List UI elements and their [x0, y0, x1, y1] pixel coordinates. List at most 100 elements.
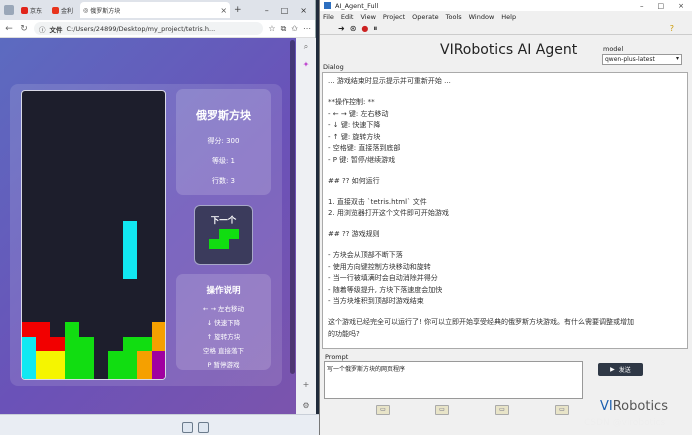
prompt-input[interactable]: 写一个俄罗斯方块的网页程序: [324, 361, 583, 399]
browser-window: 京东 金利 ◎ 俄罗斯方块 × + – □ × ← ↻ ⓘ 文件 C:/User…: [0, 0, 316, 414]
dialog-line: - P 键: 暂停/继续游戏: [328, 155, 396, 164]
prompt-label: Prompt: [325, 353, 349, 361]
dialog-line: [328, 220, 682, 230]
menu-tools[interactable]: Tools: [446, 13, 462, 21]
split-screen-icon[interactable]: ⧉: [281, 24, 287, 34]
copilot-icon[interactable]: ✦: [303, 60, 310, 69]
tab-label: 金利: [61, 7, 74, 15]
menu-edit[interactable]: Edit: [341, 13, 354, 21]
new-tab-icon[interactable]: +: [234, 5, 242, 15]
address-row: ← ↻ ⓘ 文件 C:/Users/24899/Desktop/my_proje…: [0, 20, 315, 38]
run-arrow-icon[interactable]: ➜: [338, 24, 345, 33]
board-cell-red: [50, 336, 65, 351]
settings-gear-icon[interactable]: ⚙: [302, 401, 309, 410]
taskbar-app-icon[interactable]: [198, 422, 209, 433]
next-piece-cell: [228, 229, 239, 239]
collections-icon[interactable]: ✩: [291, 24, 298, 33]
dialog-line: - ↑ 键: 旋转方块: [328, 132, 381, 141]
tab-jinli[interactable]: 金利: [49, 2, 76, 18]
board-cell-yellow: [35, 365, 50, 379]
dialog-line: [328, 241, 682, 251]
minimize-icon[interactable]: –: [265, 6, 269, 15]
board-cell-green: [79, 365, 94, 379]
browser-menu-icon[interactable]: [4, 5, 14, 15]
dialog-line: ## ?? 游戏规则: [328, 230, 380, 238]
virobotics-logo: VIRobotics: [600, 399, 668, 414]
globe-icon: ◎: [83, 6, 89, 14]
app-title-bar: AI_Agent_Full – □ ×: [320, 0, 692, 11]
more-menu-icon[interactable]: ⋯: [303, 24, 311, 33]
board-cell-cyan: [22, 351, 36, 366]
help-line: ← → 左右移动: [202, 305, 245, 313]
board-cell-red: [22, 322, 36, 337]
menu-operate[interactable]: Operate: [412, 13, 438, 21]
page-scrollbar[interactable]: [290, 40, 295, 374]
play-icon: ▶: [610, 366, 615, 373]
app-minimize-icon[interactable]: –: [640, 2, 644, 10]
help-line: ↓ 快速下降: [206, 319, 241, 327]
board-cell-green: [108, 351, 123, 366]
add-sidebar-icon[interactable]: +: [303, 380, 310, 389]
board-cell-red: [35, 322, 50, 337]
model-label: model: [603, 45, 624, 53]
run-continuous-icon[interactable]: ⊛: [350, 24, 357, 33]
board-cell-yellow: [35, 351, 50, 366]
board-cell-cyan: [22, 365, 36, 379]
game-title: 俄罗斯方块: [196, 109, 251, 122]
tab-close-icon[interactable]: ×: [220, 6, 227, 15]
game-board: [21, 90, 166, 380]
tab-label: 俄罗斯方块: [90, 7, 121, 15]
board-cell-green: [122, 365, 137, 379]
board-cell-green: [64, 351, 79, 366]
favorite-star-icon[interactable]: ☆: [268, 24, 275, 33]
score-label: 得分: 300: [207, 137, 240, 145]
help-icon[interactable]: ?: [670, 24, 674, 33]
back-icon[interactable]: ←: [4, 24, 14, 34]
send-button[interactable]: ▶ 发送: [598, 363, 643, 376]
next-piece-preview: [206, 229, 242, 253]
close-window-icon[interactable]: ×: [300, 6, 307, 15]
menu-view[interactable]: View: [360, 13, 375, 21]
run-toolbar: ➜ ⊛ ● ⏸ ?: [320, 23, 692, 35]
next-piece-panel: 下一个: [194, 205, 253, 265]
menu-project[interactable]: Project: [383, 13, 405, 21]
tab-tetris[interactable]: ◎ 俄罗斯方块 ×: [80, 2, 231, 18]
dialog-line: 1. 直接双击 `tetris.html` 文件: [328, 197, 427, 206]
dialog-line: - 方块会从顶部不断下落: [328, 251, 403, 259]
block-diagram-icon[interactable]: ▭: [555, 405, 569, 415]
app-maximize-icon[interactable]: □: [658, 2, 665, 10]
app-heading: VIRobotics AI Agent: [440, 42, 578, 58]
dialog-line: - ↓ 键: 快速下降: [328, 121, 381, 129]
menu-file[interactable]: File: [323, 13, 334, 21]
jd-favicon-icon: [21, 6, 28, 14]
dialog-line: - ← → 键: 左右移动: [328, 109, 389, 118]
address-url: C:/Users/24899/Desktop/my_project/tetris…: [66, 24, 216, 33]
app-close-icon[interactable]: ×: [678, 2, 684, 10]
next-title: 下一个: [210, 216, 237, 226]
lines-label: 行数: 3: [211, 177, 236, 185]
address-bar[interactable]: ⓘ 文件 C:/Users/24899/Desktop/my_project/t…: [34, 22, 264, 35]
taskbar-app-icon[interactable]: [182, 422, 193, 433]
tab-jd[interactable]: 京东: [18, 2, 45, 18]
next-piece-cell: [218, 239, 229, 249]
board-cell-green: [64, 336, 79, 351]
block-diagram-icon[interactable]: ▭: [435, 405, 449, 415]
block-diagram-icon[interactable]: ▭: [376, 405, 390, 415]
menu-window[interactable]: Window: [469, 13, 495, 21]
dialog-output[interactable]: ... 游戏结束时显示提示并可重新开始 ... **操作控制: ** - ← → 键…: [322, 72, 688, 349]
maximize-icon[interactable]: □: [281, 6, 289, 15]
board-cell-yellow: [50, 365, 65, 379]
info-icon: ⓘ: [39, 25, 46, 34]
abort-icon[interactable]: ●: [361, 24, 368, 33]
pause-icon[interactable]: ⏸: [373, 24, 377, 34]
model-select[interactable]: qwen-plus-latest ▾: [602, 54, 682, 65]
board-cell-green: [122, 351, 137, 366]
dialog-line: 的功能吗?: [328, 329, 360, 338]
menu-help[interactable]: Help: [501, 13, 516, 21]
board-cell-orange: [151, 336, 165, 351]
board-cell-cyan: [122, 220, 137, 235]
search-icon[interactable]: ⌕: [304, 42, 308, 52]
board-cell-orange: [137, 365, 152, 379]
block-diagram-icon[interactable]: ▭: [495, 405, 509, 415]
reload-icon[interactable]: ↻: [19, 24, 29, 34]
